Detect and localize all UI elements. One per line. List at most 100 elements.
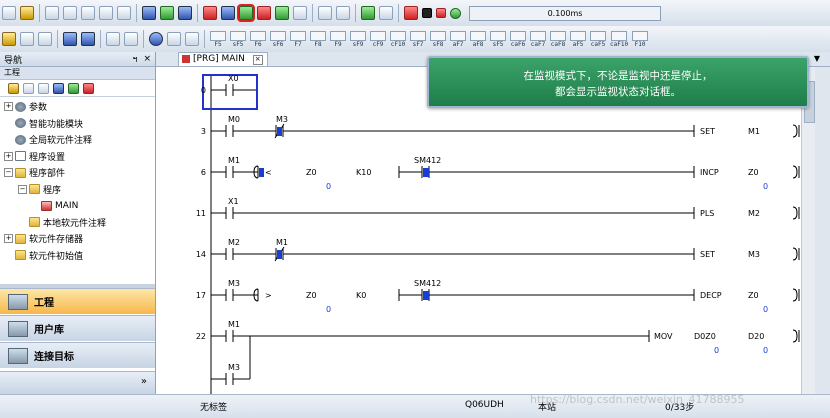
pause-icon[interactable] (436, 8, 446, 18)
device-batch-icon[interactable] (379, 6, 393, 20)
close-icon[interactable]: × (143, 54, 151, 64)
open-project-icon[interactable] (20, 6, 34, 20)
cut-icon[interactable] (45, 6, 59, 20)
display-icon[interactable] (185, 32, 199, 46)
ladder-key-button[interactable]: aF5 (570, 30, 586, 48)
ladder-key-button[interactable]: sF5 (490, 30, 506, 48)
vertical-scrollbar[interactable] (801, 67, 816, 394)
run-icon[interactable] (450, 7, 461, 19)
tree-item[interactable]: 智能功能模块 (4, 116, 83, 131)
ladder-key-button[interactable]: caF7 (530, 30, 546, 48)
stop-square-icon[interactable] (422, 8, 432, 18)
ladder-key-button[interactable]: sF6 (270, 30, 286, 48)
ladder-symbol-icon (632, 30, 649, 41)
expand-icon[interactable]: + (4, 151, 13, 161)
partner-window-icon[interactable] (20, 32, 34, 46)
ladder-key-button[interactable]: F8 (310, 30, 326, 48)
write-to-plc-icon[interactable] (203, 6, 217, 20)
contact-label: M3 (276, 115, 288, 124)
callout-line-2: 都会显示监视状态对话框。 (555, 86, 681, 98)
dropdown-icon[interactable] (124, 32, 138, 46)
nav-button[interactable]: 连接目标 (0, 342, 155, 368)
expand-icon[interactable]: + (4, 234, 13, 243)
read-from-plc-icon[interactable] (221, 6, 235, 20)
tab-list-icon[interactable]: ▼ (814, 54, 820, 63)
nav-button[interactable]: 用户库 (0, 315, 155, 341)
ladder-key-button[interactable]: caF8 (550, 30, 566, 48)
tree-item[interactable]: + 软元件存储器 (4, 231, 83, 246)
ladder-symbol-icon (590, 30, 606, 41)
tree-item[interactable]: 软元件初始值 (4, 248, 83, 263)
convert-online-icon[interactable] (160, 6, 174, 20)
ladder-key-button[interactable]: sF8 (430, 30, 446, 48)
monitor-write-icon[interactable] (275, 6, 289, 20)
more-buttons-icon[interactable]: » (141, 376, 147, 387)
ladder-key-button[interactable]: aF8 (470, 30, 486, 48)
tab-close-icon[interactable]: × (252, 55, 263, 65)
tree-item[interactable]: + 程序设置 (4, 149, 65, 164)
ladder-key-button[interactable]: caF6 (510, 30, 526, 48)
tree-item[interactable]: + 参数 (4, 99, 47, 114)
compare-value: 0 (326, 182, 331, 191)
nav-info-icon[interactable] (53, 82, 64, 94)
output-window-icon[interactable] (38, 32, 52, 46)
ladder-key-button[interactable]: sF7 (410, 30, 426, 48)
new-item-icon[interactable] (8, 82, 19, 94)
expand-icon[interactable]: − (4, 168, 13, 177)
tree-item[interactable]: − 程序部件 (4, 165, 65, 180)
zoom-icon[interactable] (167, 32, 181, 46)
undo-icon[interactable] (99, 6, 113, 20)
ladder-key-button[interactable]: sF5 (230, 30, 246, 48)
ladder-key-button[interactable]: aF7 (450, 30, 466, 48)
ladder-key-button[interactable]: cF9 (370, 30, 386, 48)
expand-icon[interactable]: + (4, 102, 13, 111)
ladder-editor[interactable]: 0 3 6 11 14 17 22 X0 M0 M3 M1 X1 M2 M1 M… (156, 67, 801, 394)
ladder-key-button[interactable]: sF9 (350, 30, 366, 48)
stop-monitoring-icon[interactable] (257, 6, 271, 20)
paste-icon[interactable] (81, 6, 95, 20)
ladder-symbol-icon (570, 30, 586, 41)
tree-item[interactable]: − 程序 (18, 182, 61, 197)
monitor-all-icon[interactable] (293, 6, 307, 20)
find-device-icon[interactable] (106, 32, 120, 46)
ladder-symbol-icon (250, 30, 266, 41)
ladder-key-button[interactable]: cF10 (390, 30, 406, 48)
ladder-key-button[interactable]: caF10 (610, 30, 628, 48)
help-icon[interactable] (149, 32, 163, 46)
chart-icon[interactable] (361, 6, 375, 20)
tree-item[interactable]: 全局软元件注释 (4, 132, 92, 147)
nav-tools (0, 80, 155, 97)
verify-icon[interactable] (318, 6, 332, 20)
function-key-label: sF5 (492, 40, 504, 48)
tab-main[interactable]: [PRG] MAIN × (178, 52, 268, 66)
ladder-key-button[interactable]: F5 (210, 30, 226, 48)
simulation-icon[interactable] (336, 6, 350, 20)
pin-icon[interactable]: ฯ (132, 52, 137, 66)
plc-diagnostics-icon[interactable] (404, 6, 418, 20)
ladder-symbol-icon (350, 30, 366, 41)
properties-icon[interactable] (23, 82, 34, 94)
ladder-key-button[interactable]: F9 (330, 30, 346, 48)
cross-reference-icon[interactable] (81, 32, 95, 46)
nav-button[interactable]: 工程 (0, 288, 155, 314)
device-list-icon[interactable] (63, 32, 77, 46)
ladder-key-button[interactable]: F6 (250, 30, 266, 48)
convert-all-icon[interactable] (178, 6, 192, 20)
start-monitoring-icon[interactable] (237, 4, 255, 22)
tree-item[interactable]: 本地软元件注释 (18, 215, 106, 230)
ladder-key-button[interactable]: F10 (632, 30, 649, 48)
ladder-key-button[interactable]: F7 (290, 30, 306, 48)
convert-icon[interactable] (142, 6, 156, 20)
copy-icon[interactable] (63, 6, 77, 20)
new-project-icon[interactable] (2, 6, 16, 20)
ladder-symbol-icon (270, 30, 286, 41)
redo-icon[interactable] (117, 6, 131, 20)
nav-filter-icon[interactable] (38, 82, 49, 94)
nav-refresh-icon[interactable] (68, 82, 79, 94)
navigation-toggle-icon[interactable] (2, 32, 16, 46)
ladder-key-button[interactable]: caF5 (590, 30, 606, 48)
nav-sort-icon[interactable] (83, 82, 94, 94)
ladder-symbol-icon (290, 30, 306, 41)
expand-icon[interactable]: − (18, 184, 27, 194)
tree-item[interactable]: MAIN (30, 198, 78, 213)
